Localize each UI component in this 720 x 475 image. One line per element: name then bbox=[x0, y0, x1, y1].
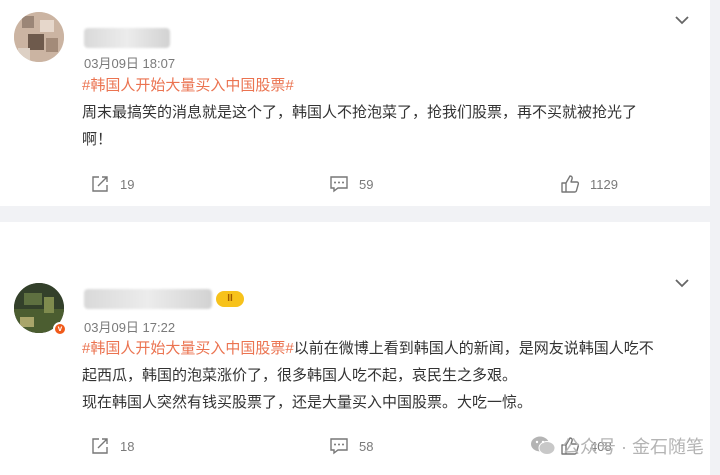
repost-icon bbox=[92, 438, 108, 454]
comment-icon bbox=[330, 438, 348, 455]
post-text-line: 现在韩国人突然有钱买股票了，还是大量买入中国股票。大吃一惊。 bbox=[82, 394, 533, 411]
like-button[interactable]: 1129 bbox=[560, 174, 618, 194]
watermark-text: 公众号 · 金石随笔 bbox=[562, 437, 704, 457]
post-text-line: 啊！ bbox=[82, 131, 113, 148]
repost-button[interactable]: 18 bbox=[90, 436, 134, 456]
comment-button[interactable]: 59 bbox=[329, 174, 373, 194]
post-text-line: 周末最搞笑的消息就是这个了，韩国人不抢泡菜了，抢我们股票，再不买就被抢光了 bbox=[82, 104, 638, 121]
repost-count: 19 bbox=[120, 176, 135, 192]
like-count: 1129 bbox=[590, 176, 618, 192]
post-text: #韩国人开始大量买入中国股票#以前在微博上看到韩国人的新闻，是网友说韩国人吃不 … bbox=[82, 335, 692, 416]
comment-icon bbox=[330, 176, 348, 193]
level-badge: II bbox=[216, 291, 244, 307]
wechat-icon bbox=[531, 436, 556, 455]
watermark: 公众号 · 金石随笔 bbox=[530, 433, 704, 459]
post-text-line: 起西瓜，韩国的泡菜涨价了，很多韩国人吃不起，哀民生之多艰。 bbox=[82, 367, 518, 384]
avatar-image bbox=[14, 12, 64, 62]
post-time[interactable]: 03月09日 18:07 bbox=[84, 53, 175, 72]
chevron-down-icon[interactable] bbox=[671, 272, 693, 294]
avatar[interactable] bbox=[14, 12, 64, 62]
username-redacted[interactable] bbox=[84, 28, 170, 48]
comment-count: 59 bbox=[359, 176, 374, 192]
repost-count: 18 bbox=[120, 438, 135, 454]
verified-badge: v bbox=[53, 322, 67, 336]
like-icon bbox=[561, 175, 580, 193]
post-text: #韩国人开始大量买入中国股票# 周末最搞笑的消息就是这个了，韩国人不抢泡菜了，抢… bbox=[82, 72, 692, 153]
post-time[interactable]: 03月09日 17:22 bbox=[84, 317, 175, 336]
username-redacted[interactable] bbox=[84, 289, 212, 309]
hashtag-link[interactable]: #韩国人开始大量买入中国股票# bbox=[82, 77, 294, 94]
chevron-down-icon[interactable] bbox=[671, 9, 693, 31]
repost-button[interactable]: 19 bbox=[90, 174, 134, 194]
post-text-line: 以前在微博上看到韩国人的新闻，是网友说韩国人吃不 bbox=[293, 340, 654, 357]
hashtag-link[interactable]: #韩国人开始大量买入中国股票# bbox=[82, 340, 294, 357]
comment-count: 58 bbox=[359, 438, 374, 454]
repost-icon bbox=[92, 176, 108, 192]
comment-button[interactable]: 58 bbox=[329, 436, 373, 456]
